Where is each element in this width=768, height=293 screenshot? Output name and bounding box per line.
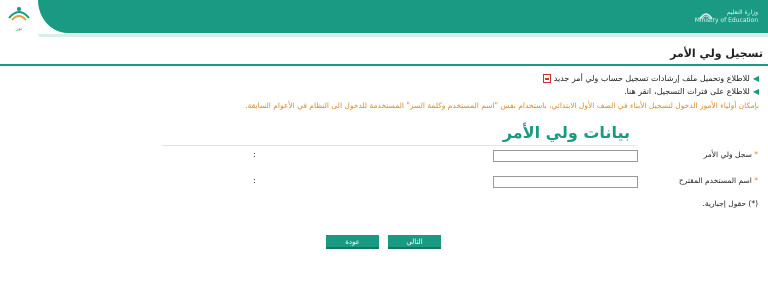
required-star: * — [754, 176, 758, 185]
colon: : — [253, 176, 256, 185]
ministry-name: وزارة التعليم — [726, 9, 758, 16]
site-header: وزارة التعليم Ministry of Education نور — [0, 0, 768, 37]
required-fields-note: (*) حقول إجبارية. — [702, 199, 758, 208]
noor-caption: نور — [15, 26, 23, 32]
ministry-logo[interactable]: وزارة التعليم Ministry of Education — [694, 7, 758, 29]
guardian-record-input[interactable] — [493, 150, 638, 162]
username-label: * اسم المستخدم المقترح — [678, 176, 758, 185]
username-row: * اسم المستخدم المقترح : — [0, 176, 768, 190]
ministry-subname: Ministry of Education — [694, 17, 758, 24]
periods-text: للاطلاع على فترات التسجيل، — [654, 87, 750, 96]
back-button[interactable]: عودة — [326, 235, 379, 249]
pdf-icon[interactable] — [542, 74, 551, 83]
required-star: * — [754, 150, 758, 159]
noor-logo[interactable]: نور — [4, 2, 34, 32]
colon: : — [253, 150, 256, 159]
next-button[interactable]: التالي — [388, 235, 441, 249]
username-input[interactable] — [493, 176, 638, 188]
guide-link-row[interactable]: ◀ للاطلاع وتحميل ملف إرشادات تسجيل حساب … — [542, 74, 759, 83]
arrow-left-icon: ◀ — [752, 74, 759, 83]
arrow-left-icon: ◀ — [752, 87, 759, 96]
section-title: بيانات ولي الأمر — [502, 123, 630, 142]
section-divider — [162, 145, 635, 146]
guardian-record-row: * سجل ولي الأمر : — [0, 150, 768, 164]
guardian-record-label: * سجل ولي الأمر — [703, 150, 758, 159]
noor-logo-icon — [8, 7, 30, 21]
header-band: وزارة التعليم Ministry of Education — [38, 0, 768, 37]
click-here-link[interactable]: انقر هنا. — [624, 87, 651, 96]
title-divider — [0, 64, 768, 66]
periods-link-row: ◀ للاطلاع على فترات التسجيل، انقر هنا. — [624, 87, 759, 96]
title-row: تسجيل ولي الأمر — [0, 45, 768, 65]
guide-link[interactable]: للاطلاع وتحميل ملف إرشادات تسجيل حساب ول… — [554, 74, 750, 83]
notice-text: بإمكان أولياء الأمور الدخول لتسجيل الأبن… — [245, 101, 759, 110]
page-title: تسجيل ولي الأمر — [670, 47, 763, 60]
